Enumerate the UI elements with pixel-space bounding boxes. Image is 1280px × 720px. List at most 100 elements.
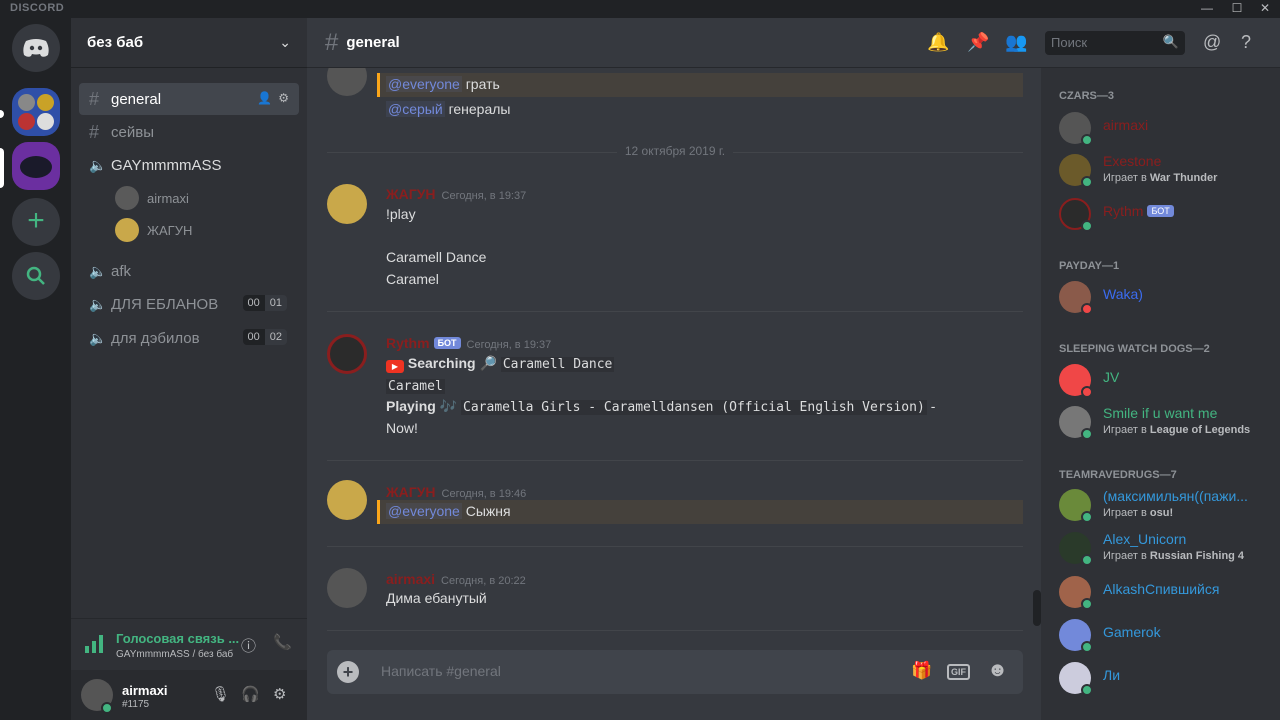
status-online-icon bbox=[1081, 511, 1093, 523]
voice-user-name: airmaxi bbox=[147, 190, 189, 206]
members-icon[interactable]: 👥 bbox=[1005, 32, 1027, 53]
member-name: Exestone bbox=[1103, 153, 1162, 169]
guild-header[interactable]: без баб ⌄ bbox=[71, 18, 307, 68]
member-group-title: SLEEPING WATCH DOGS—2 bbox=[1059, 343, 1210, 355]
signal-icon bbox=[85, 635, 103, 653]
info-icon[interactable]: ⓘ bbox=[241, 635, 256, 656]
hash-icon: # bbox=[89, 121, 100, 142]
member-item[interactable]: Smile if u want me Играет в League of Le… bbox=[1059, 402, 1274, 442]
help-icon[interactable]: ? bbox=[1241, 32, 1251, 53]
avatar[interactable] bbox=[327, 68, 367, 96]
member-item[interactable]: Exestone Играет в War Thunder bbox=[1059, 150, 1274, 190]
guild-name: без баб bbox=[87, 34, 144, 51]
channel-seyvy[interactable]: # сейвы bbox=[79, 116, 299, 148]
message-divider bbox=[327, 460, 1023, 461]
member-item[interactable]: Alex_Unicorn Играет в Russian Fishing 4 bbox=[1059, 528, 1274, 568]
discord-logo-icon bbox=[23, 39, 49, 57]
message-author[interactable]: ЖАГУН Сегодня, в 19:37 bbox=[386, 186, 526, 202]
message-author[interactable]: airmaxi Сегодня, в 20:22 bbox=[386, 571, 526, 587]
voice-channel-gaymmmmass[interactable]: 🔈 GAYmmmmASS bbox=[79, 149, 299, 181]
search-input[interactable]: Поиск 🔍 bbox=[1045, 31, 1185, 55]
server-mini-icon bbox=[18, 94, 35, 111]
message-text: Caramell Dance bbox=[386, 249, 487, 265]
add-server-button[interactable]: + bbox=[12, 198, 60, 246]
gear-icon[interactable]: ⚙ bbox=[278, 91, 289, 105]
maximize-icon[interactable]: ☐ bbox=[1222, 0, 1252, 18]
server-rail: + bbox=[0, 18, 71, 720]
member-item[interactable]: Waka) bbox=[1059, 277, 1274, 317]
voice-connection-panel: Голосовая связь ... GAYmmmmASS / без баб… bbox=[71, 618, 307, 670]
channel-title: general bbox=[346, 34, 400, 51]
message-input[interactable]: + Написать #general 🎁 GIF ☻ bbox=[327, 650, 1023, 694]
pin-icon[interactable]: 📌 bbox=[967, 32, 989, 53]
gif-icon[interactable]: GIF bbox=[947, 664, 970, 680]
server-bez-bab[interactable] bbox=[12, 142, 60, 190]
minimize-icon[interactable]: — bbox=[1192, 0, 1222, 18]
status-online-icon bbox=[1081, 554, 1093, 566]
chat-scrollbar[interactable] bbox=[1033, 590, 1041, 626]
date-divider: 12 октября 2019 г. bbox=[327, 144, 1023, 158]
message-text: @everyone грать bbox=[386, 76, 500, 92]
message-text: !play bbox=[386, 206, 416, 222]
hash-icon: # bbox=[325, 28, 339, 56]
emoji-icon[interactable]: ☻ bbox=[987, 659, 1008, 682]
channel-label: для дэбилов bbox=[111, 329, 200, 347]
home-button[interactable] bbox=[12, 24, 60, 72]
magnifier-icon: 🔎 bbox=[479, 355, 497, 371]
settings-gear-icon[interactable]: ⚙ bbox=[273, 685, 286, 703]
voice-location: GAYmmmmASS / без баб bbox=[116, 649, 234, 660]
member-item[interactable]: airmaxi bbox=[1059, 108, 1274, 148]
user-panel: airmaxi #1175 🎙 🎧 ⚙ bbox=[71, 670, 307, 720]
server-folder[interactable] bbox=[12, 88, 60, 136]
member-name: Alex_Unicorn bbox=[1103, 531, 1187, 547]
member-item[interactable]: Rythm БОТ bbox=[1059, 194, 1274, 234]
invite-icon[interactable]: 👤 bbox=[257, 91, 272, 105]
timestamp: Сегодня, в 19:46 bbox=[441, 488, 527, 500]
microphone-icon[interactable]: 🎙 bbox=[211, 685, 230, 703]
avatar[interactable] bbox=[327, 568, 367, 608]
mention-icon[interactable]: @ bbox=[1203, 32, 1221, 53]
headphones-icon[interactable]: 🎧 bbox=[241, 685, 260, 703]
gift-icon[interactable]: 🎁 bbox=[911, 661, 932, 681]
status-online-icon bbox=[1081, 598, 1093, 610]
upload-button[interactable]: + bbox=[337, 661, 359, 683]
server-mini-icon bbox=[18, 113, 35, 130]
voice-user[interactable]: airmaxi bbox=[115, 184, 189, 212]
member-item[interactable]: (максимильян((пажи... Играет в osu! bbox=[1059, 485, 1274, 525]
close-icon[interactable]: ✕ bbox=[1250, 0, 1280, 18]
message-author[interactable]: Rythm БОТ Сегодня, в 19:37 bbox=[386, 335, 551, 351]
message-author[interactable]: ЖАГУН Сегодня, в 19:46 bbox=[386, 484, 526, 500]
bell-icon[interactable]: 🔔 bbox=[927, 32, 949, 53]
voice-channel-afk[interactable]: 🔈 afk bbox=[79, 255, 299, 287]
member-activity: Играет в Russian Fishing 4 bbox=[1103, 550, 1245, 562]
status-online-icon bbox=[1081, 220, 1093, 232]
voice-channel-dlya-debilov[interactable]: 🔈 для дэбилов 00 02 bbox=[79, 322, 299, 354]
voice-user[interactable]: ЖАГУН bbox=[115, 216, 192, 244]
timestamp: Сегодня, в 19:37 bbox=[466, 339, 552, 351]
channel-general[interactable]: # general 👤 ⚙ bbox=[79, 83, 299, 115]
avatar[interactable] bbox=[327, 184, 367, 224]
status-online-icon bbox=[101, 702, 113, 714]
chat-area: # general 🔔 📌 👥 Поиск 🔍 @ ? @everyone гр… bbox=[307, 18, 1280, 720]
bot-badge: БОТ bbox=[1147, 205, 1174, 217]
member-item[interactable]: Ли bbox=[1059, 658, 1274, 698]
bot-badge: БОТ bbox=[433, 337, 461, 349]
member-name: Gamerok bbox=[1103, 624, 1161, 640]
member-item[interactable]: Gamerok bbox=[1059, 615, 1274, 655]
member-item[interactable]: AlkashСпившийся bbox=[1059, 572, 1274, 612]
member-item[interactable]: JV bbox=[1059, 360, 1274, 400]
channel-sidebar: без баб ⌄ # general 👤 ⚙ # сейвы 🔈 GAYmmmm… bbox=[71, 18, 307, 720]
voice-channel-dlya-eblanov[interactable]: 🔈 ДЛЯ ЕБЛАНОВ 00 01 bbox=[79, 288, 299, 320]
server-mini-icon bbox=[37, 94, 54, 111]
member-name: Smile if u want me bbox=[1103, 405, 1218, 421]
disconnect-icon[interactable]: 📞 bbox=[273, 633, 292, 651]
avatar[interactable] bbox=[327, 480, 367, 520]
avatar bbox=[115, 186, 139, 210]
explore-servers-button[interactable] bbox=[12, 252, 60, 300]
channel-label: general bbox=[111, 90, 162, 108]
avatar[interactable] bbox=[327, 334, 367, 374]
voice-user-name: ЖАГУН bbox=[147, 222, 193, 238]
server-mini-icon bbox=[37, 113, 54, 130]
voice-status[interactable]: Голосовая связь ... bbox=[116, 631, 239, 646]
unread-indicator bbox=[0, 110, 4, 118]
